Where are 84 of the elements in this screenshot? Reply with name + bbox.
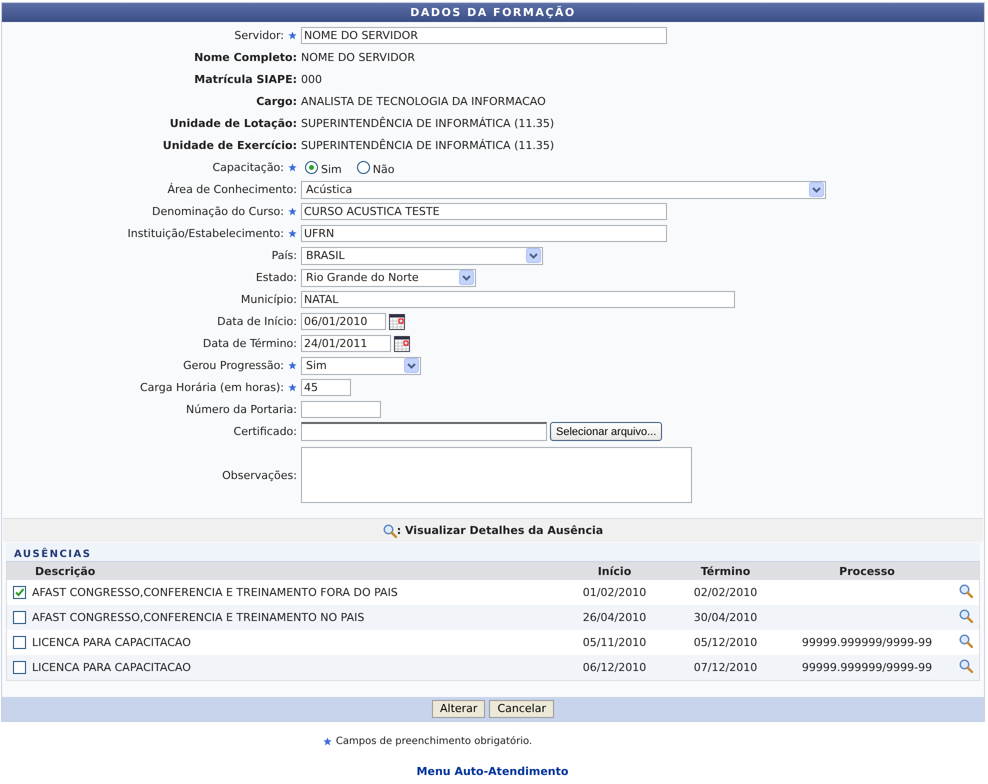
text-input[interactable]: 45 xyxy=(301,379,351,396)
radio-button[interactable] xyxy=(305,161,318,174)
table-cell: AFAST CONGRESSO,CONFERENCIA E TREINAMENTO NO PAIS xyxy=(32,610,364,624)
section-title: AUSÊNCIAS xyxy=(6,543,980,562)
field-label: Cargo: xyxy=(256,95,297,108)
field-label: Instituição/Estabelecimento: xyxy=(128,227,284,240)
dropdown[interactable]: BRASIL xyxy=(301,246,543,264)
field-label: País: xyxy=(272,249,297,262)
browse-button[interactable]: Selecionar arquivo... xyxy=(550,422,662,441)
column-header: Descrição xyxy=(6,562,559,580)
column-header: Início xyxy=(559,562,670,580)
table-cell: 26/04/2010 xyxy=(582,611,646,624)
dropdown[interactable]: Sim xyxy=(301,356,421,374)
magnifier-icon[interactable] xyxy=(959,658,973,673)
field-label: Data de Término: xyxy=(202,337,297,350)
text-input[interactable]: UFRN xyxy=(301,225,667,242)
table-cell: 30/04/2010 xyxy=(694,611,758,624)
magnifier-icon[interactable] xyxy=(959,584,973,598)
checkbox[interactable] xyxy=(13,586,26,600)
field-label: Gerou Progressão: xyxy=(183,359,284,372)
menu-link[interactable]: Menu Auto-Atendimento xyxy=(416,764,568,778)
text-input[interactable]: CURSO ACUSTICA TESTE xyxy=(301,203,667,220)
checkbox[interactable] xyxy=(13,660,26,674)
table-cell: 01/02/2010 xyxy=(582,586,646,599)
form-title: DADOS DA FORMAÇÃO xyxy=(2,3,984,22)
field-label: Capacitação: xyxy=(212,161,284,174)
field-value: SUPERINTENDÊNCIA DE INFORMÁTICA (11.35) xyxy=(301,117,554,130)
column-header: Término xyxy=(670,562,781,580)
field-label: Denominação do Curso: xyxy=(152,205,284,218)
field-value: NOME DO SERVIDOR xyxy=(301,51,415,64)
radio-label: Sim xyxy=(321,162,342,176)
radio-button[interactable] xyxy=(356,161,370,174)
table-cell: 06/12/2010 xyxy=(582,660,646,674)
field-label: Servidor: xyxy=(234,29,284,42)
table-cell: LICENCA PARA CAPACITACAO xyxy=(32,660,191,674)
table-cell: 05/12/2010 xyxy=(694,636,758,649)
dropdown[interactable]: Rio Grande do Norte xyxy=(301,268,476,286)
field-label: Data de Início: xyxy=(217,315,297,328)
file-input[interactable] xyxy=(301,422,547,441)
field-label: Matrícula SIAPE: xyxy=(194,73,297,86)
text-input[interactable] xyxy=(301,401,381,418)
calendar-icon[interactable] xyxy=(394,336,410,352)
text-input[interactable]: NOME DO SERVIDOR xyxy=(301,27,667,44)
column-header: Processo xyxy=(781,562,953,580)
field-value: 000 xyxy=(301,73,322,86)
caret-icon xyxy=(526,248,541,263)
field-label: Município: xyxy=(240,293,297,306)
legend-text: : Visualizar Detalhes da Ausência xyxy=(396,524,604,537)
calendar-icon[interactable] xyxy=(389,314,405,330)
magnifier-icon xyxy=(382,524,397,538)
magnifier-icon[interactable] xyxy=(959,634,973,648)
date-input[interactable]: 24/01/2011 xyxy=(301,335,391,352)
caret-icon xyxy=(404,358,419,373)
table-cell: AFAST CONGRESSO,CONFERENCIA E TREINAMENTO FORA DO PAIS xyxy=(32,586,398,599)
field-label: Unidade de Lotação: xyxy=(170,117,297,130)
form-button[interactable]: Alterar xyxy=(432,700,486,718)
field-label: Área de Conhecimento: xyxy=(168,183,297,196)
checkbox[interactable] xyxy=(13,636,26,650)
magnifier-icon[interactable] xyxy=(959,609,973,623)
field-label: Unidade de Exercício: xyxy=(162,139,297,152)
required-note: Campos de preenchimento obrigatório. xyxy=(336,736,532,746)
field-label: Número da Portaria: xyxy=(186,403,297,416)
checkbox[interactable] xyxy=(13,611,26,624)
table-cell: 07/12/2010 xyxy=(694,660,758,674)
caret-icon xyxy=(459,270,474,285)
table-cell: LICENCA PARA CAPACITACAO xyxy=(32,636,191,649)
field-label: Certificado: xyxy=(234,425,297,438)
text-input[interactable]: NATAL xyxy=(301,291,735,308)
form-button[interactable]: Cancelar xyxy=(489,700,554,718)
field-value: SUPERINTENDÊNCIA DE INFORMÁTICA (11.35) xyxy=(301,139,554,152)
field-label: Observações: xyxy=(222,468,297,482)
caret-icon xyxy=(809,182,824,197)
field-label: Estado: xyxy=(256,271,297,284)
field-value: ANALISTA DE TECNOLOGIA DA INFORMACAO xyxy=(301,95,546,108)
field-label: Carga Horária (em horas): xyxy=(140,381,284,394)
radio-label: Não xyxy=(372,162,394,176)
date-input[interactable]: 06/01/2010 xyxy=(301,313,386,330)
table-cell: 99999.999999/9999-99 xyxy=(802,660,932,674)
required-star-icon xyxy=(322,736,332,746)
table-cell: 05/11/2010 xyxy=(582,636,646,649)
dropdown[interactable]: Acústica xyxy=(301,180,826,198)
table-cell: 99999.999999/9999-99 xyxy=(802,636,932,649)
table-cell: 02/02/2010 xyxy=(694,586,758,599)
field-label: Nome Completo: xyxy=(194,51,297,64)
